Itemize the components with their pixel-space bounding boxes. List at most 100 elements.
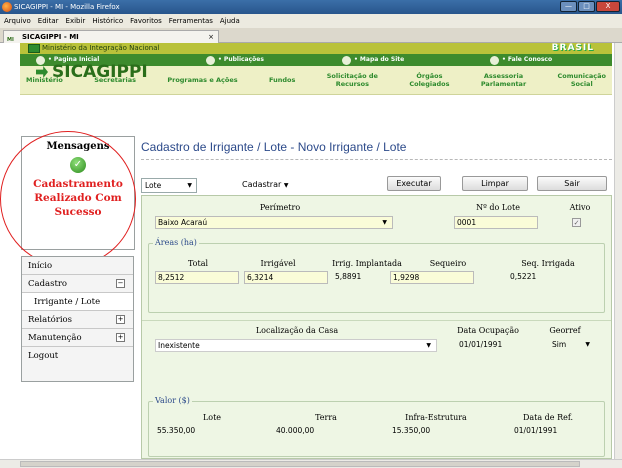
menu-ajuda[interactable]: Ajuda <box>220 14 240 28</box>
clear-button[interactable]: Limpar <box>462 176 528 191</box>
window-title: SICAGIPPI - MI - Mozilla Firefox <box>14 3 120 11</box>
horizontal-scrollbar[interactable] <box>0 459 622 468</box>
chevron-down-icon: ▼ <box>382 219 387 226</box>
expand-icon[interactable]: + <box>116 315 125 324</box>
lote-number-label: Nº do Lote <box>476 203 520 212</box>
localizacao-label: Localização da Casa <box>255 326 339 335</box>
messages-title: Mensagens <box>46 141 110 152</box>
contact-icon <box>490 55 499 65</box>
collapse-icon[interactable]: − <box>116 279 125 288</box>
tab-bar: MI SICAGIPPI - MI × <box>0 28 622 43</box>
valor-data-ref-label: Data de Ref. <box>522 413 574 422</box>
vertical-scrollbar[interactable] <box>614 43 622 459</box>
perimetro-label: Perímetro <box>259 203 301 212</box>
row-separator <box>142 320 611 321</box>
expand-icon[interactable]: + <box>116 333 125 342</box>
page-title: Cadastro de Irrigante / Lote - Novo Irri… <box>141 140 407 154</box>
ativo-label: Ativo <box>569 203 591 212</box>
ativo-checkbox[interactable]: ✓ <box>572 218 581 227</box>
chevron-down-icon: ▼ <box>426 342 431 349</box>
publications-icon <box>206 55 215 65</box>
valor-legend: Valor ($) <box>153 396 192 405</box>
areas-legend: Áreas (ha) <box>153 238 199 247</box>
menu-editar[interactable]: Editar <box>38 14 59 28</box>
publications-link[interactable]: • Publicações <box>206 54 264 66</box>
menu-item-relatorios[interactable]: Relatórios + <box>22 311 133 329</box>
sitemap-icon <box>342 55 351 65</box>
seq-irrigada-label: Seq. Irrigada <box>521 259 575 268</box>
title-divider <box>141 159 612 160</box>
menu-item-cadastro[interactable]: Cadastro − <box>22 275 133 293</box>
valor-lote-value: 55.350,00 <box>157 426 196 435</box>
menu-historico[interactable]: Histórico <box>92 14 123 28</box>
lote-form: Perímetro Baixo Acaraú ▼ Nº do Lote 0001 … <box>141 195 612 459</box>
chevron-down-icon: ▼ <box>585 341 590 348</box>
seq-irrigada-value: 0,5221 <box>510 272 537 281</box>
valor-lote-label: Lote <box>202 413 222 422</box>
close-window-button[interactable]: X <box>596 1 620 12</box>
app-logo: SICAGIPPI <box>36 62 148 82</box>
valor-infra-label: Infra-Estrutura <box>405 413 467 422</box>
chevron-down-icon: ▼ <box>283 182 289 189</box>
total-input[interactable]: 8,2512 <box>155 271 239 284</box>
valor-data-ref-value: 01/01/1991 <box>514 426 558 435</box>
localizacao-select[interactable]: Inexistente ▼ <box>155 339 437 352</box>
nav-programas[interactable]: Programas e Ações <box>167 76 237 84</box>
data-ocupacao-value: 01/01/1991 <box>459 340 503 349</box>
app-logo-text: SICAGIPPI <box>52 62 148 82</box>
menu-item-inicio[interactable]: Início <box>22 257 133 275</box>
sequeiro-input[interactable]: 1,9298 <box>390 271 474 284</box>
data-ocupacao-label: Data Ocupação <box>457 326 519 335</box>
flag-icon <box>28 44 40 53</box>
tab-close-icon[interactable]: × <box>208 31 214 43</box>
nav-solicitacao[interactable]: Solicitação de Recursos <box>327 72 378 88</box>
execute-button[interactable]: Executar <box>387 176 441 191</box>
window-titlebar: SICAGIPPI - MI - Mozilla Firefox — □ X <box>0 0 622 14</box>
irrigavel-input[interactable]: 6,3214 <box>244 271 328 284</box>
contact-link[interactable]: • Fale Conosco <box>490 54 552 66</box>
menu-item-irrigante-lote[interactable]: Irrigante / Lote <box>22 293 133 311</box>
georref-label: Georref <box>549 326 581 335</box>
window-controls: — □ X <box>560 1 620 12</box>
nav-fundos[interactable]: Fundos <box>269 76 295 84</box>
check-icon: ✓ <box>70 157 86 173</box>
menu-bar: Arquivo Editar Exibir Histórico Favorito… <box>0 14 622 28</box>
lote-number-input[interactable]: 0001 <box>454 216 538 229</box>
maximize-button[interactable]: □ <box>578 1 595 12</box>
success-message: Cadastramento Realizado Com Sucesso <box>33 178 123 218</box>
menu-arquivo[interactable]: Arquivo <box>4 14 31 28</box>
menu-exibir[interactable]: Exibir <box>66 14 86 28</box>
menu-ferramentas[interactable]: Ferramentas <box>169 14 213 28</box>
ministry-name[interactable]: Ministério da Integração Nacional <box>42 43 159 54</box>
scroll-thumb[interactable] <box>20 461 580 467</box>
menu-favoritos[interactable]: Favoritos <box>130 14 162 28</box>
sequeiro-label: Sequeiro <box>429 259 467 268</box>
menu-item-manutencao[interactable]: Manutenção + <box>22 329 133 347</box>
entity-select[interactable]: Lote ▼ <box>141 178 197 193</box>
implantada-label: Irrig. Implantada <box>332 259 402 268</box>
georref-select[interactable]: Sim ▼ <box>550 339 592 352</box>
gov-bar: Ministério da Integração Nacional BRASIL <box>20 43 612 54</box>
action-menu[interactable]: Cadastrar ▼ <box>242 178 288 192</box>
nav-orgaos[interactable]: Órgãos Colegiados <box>409 72 449 88</box>
logo-arrow-icon <box>36 66 48 78</box>
minimize-button[interactable]: — <box>560 1 577 12</box>
sitemap-link[interactable]: • Mapa do Site <box>342 54 404 66</box>
messages-panel: Mensagens ✓ Cadastramento Realizado Com … <box>21 136 135 250</box>
irrigavel-label: Irrigável <box>260 259 296 268</box>
side-menu: Início Cadastro − Irrigante / Lote Relató… <box>21 256 134 382</box>
nav-assessoria[interactable]: Assessoria Parlamentar <box>481 72 526 88</box>
menu-item-logout[interactable]: Logout <box>22 347 133 381</box>
exit-button[interactable]: Sair <box>537 176 607 191</box>
chevron-down-icon: ▼ <box>187 182 192 189</box>
toolbar: Lote ▼ Cadastrar ▼ Executar Limpar Sair <box>141 175 612 195</box>
perimetro-select[interactable]: Baixo Acaraú ▼ <box>155 216 393 229</box>
firefox-icon <box>2 2 12 12</box>
valor-infra-value: 15.350,00 <box>392 426 431 435</box>
tab-title: SICAGIPPI - MI <box>22 33 79 41</box>
brasil-logo: BRASIL <box>551 43 594 53</box>
valor-terra-value: 40.000,00 <box>276 426 315 435</box>
nav-comunicacao[interactable]: Comunicação Social <box>558 72 606 88</box>
total-label: Total <box>187 259 209 268</box>
tab-sicagippi[interactable]: MI SICAGIPPI - MI × <box>3 30 219 43</box>
